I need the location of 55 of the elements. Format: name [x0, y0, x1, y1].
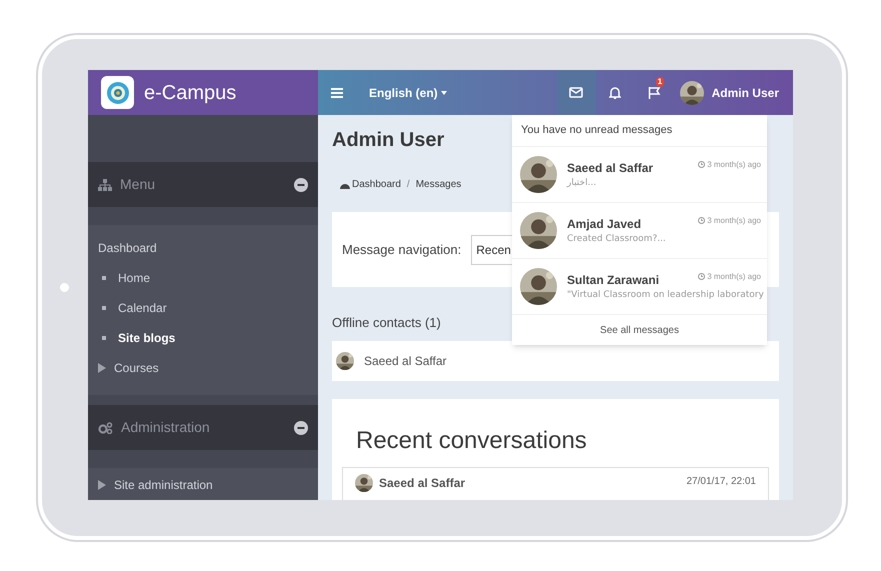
caret-down-icon: [440, 90, 447, 94]
menu-item[interactable]: Site administration: [88, 470, 318, 500]
flag-icon: [648, 86, 661, 99]
dropdown-header: You have no unread messages: [512, 115, 767, 147]
collapse-icon[interactable]: [294, 178, 308, 192]
sender-name: Sultan Zarawani: [567, 272, 660, 289]
message-preview: اختبار...: [567, 176, 598, 190]
message-time: 3 month(s) ago: [698, 158, 767, 171]
section-heading: Offline contacts (1): [332, 314, 441, 332]
logo-icon: [101, 76, 134, 109]
notification-badge: 1: [656, 77, 664, 87]
breadcrumb-link[interactable]: Dashboard: [340, 177, 401, 192]
clock-icon: [698, 161, 706, 168]
gears-icon: [98, 422, 113, 434]
contact-name: Saeed al Saffar: [364, 352, 447, 370]
menu-item[interactable]: Home: [88, 263, 318, 293]
message-time: 3 month(s) ago: [698, 270, 767, 283]
breadcrumb-link[interactable]: Messages: [416, 177, 462, 192]
bell-icon: [609, 86, 622, 99]
message-time: 3 month(s) ago: [698, 214, 767, 227]
block-title: Menu: [120, 175, 156, 194]
conversation-row[interactable]: Saeed al Saffar 27/01/17, 22:01: [342, 466, 769, 500]
page-title: Admin User: [332, 128, 444, 153]
menu-item[interactable]: Dashboard: [88, 233, 318, 263]
message-preview: Created Classroom?...: [567, 232, 667, 246]
caret-right-icon: [98, 363, 106, 373]
menu-item[interactable]: Courses: [88, 353, 318, 383]
menu-icon[interactable]: [331, 88, 343, 98]
message-item[interactable]: Amjad Javed 3 month(s) ago Created Classroom?...: [512, 203, 767, 259]
block-header[interactable]: Administration: [88, 405, 318, 450]
mail-icon: [569, 87, 584, 98]
message-preview: "Virtual Classroom on leadership laboratory: [567, 288, 765, 302]
breadcrumb-separator: /: [406, 178, 411, 192]
contact-row[interactable]: Saeed al Saffar: [332, 340, 779, 380]
block-title: Administration: [121, 418, 211, 437]
menu-item[interactable]: Site blogs: [88, 323, 318, 353]
navigation-label: Message navigation:: [342, 240, 462, 259]
mail-button[interactable]: [556, 70, 596, 115]
brand-name: e-Campus: [144, 80, 236, 106]
language-menu[interactable]: English (en): [369, 84, 447, 102]
collapse-icon[interactable]: [294, 420, 308, 434]
message-item[interactable]: Sultan Zarawani 3 month(s) ago "Virtual Classroom on leadership laboratory: [512, 259, 767, 315]
user-menu[interactable]: Admin User: [680, 80, 779, 104]
conversation-time: 27/01/17, 22:01: [686, 474, 756, 488]
block-header[interactable]: Menu: [88, 162, 318, 207]
clock-icon: [698, 273, 706, 280]
sender-name: Amjad Javed: [567, 216, 642, 233]
clock-icon: [698, 217, 706, 224]
sender-name: Saeed al Saffar: [567, 160, 654, 177]
caret-right-icon: [98, 480, 106, 490]
flag-button[interactable]: 1: [634, 70, 674, 115]
card-title: Recent conversations: [356, 426, 588, 456]
contact-name: Saeed al Saffar: [379, 474, 466, 492]
sitemap-icon: [98, 178, 112, 190]
menu-item[interactable]: Calendar: [88, 293, 318, 323]
